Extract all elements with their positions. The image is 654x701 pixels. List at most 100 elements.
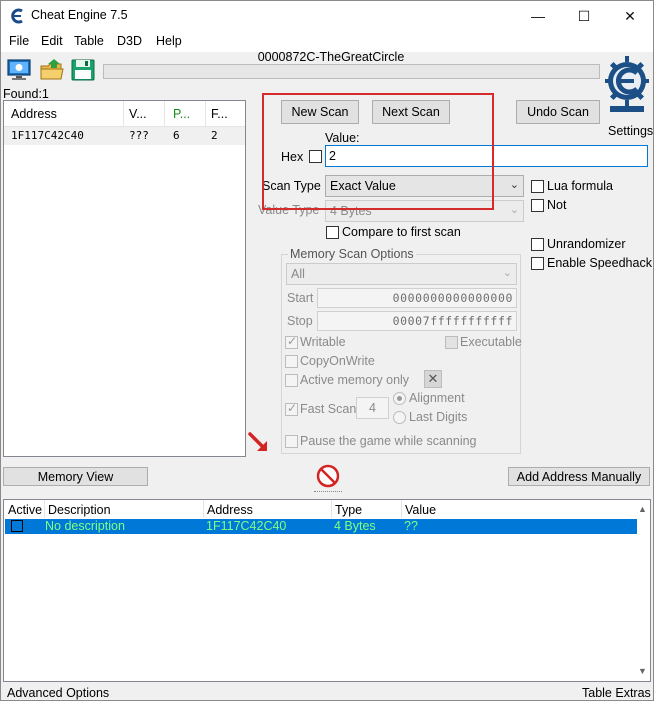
cheat-engine-window: Cheat Engine 7.5 — ☐ ✕ File Edit Table D… (0, 0, 654, 701)
column-separator (164, 101, 165, 126)
pause-game-checkbox[interactable] (285, 435, 298, 448)
col-description[interactable]: Description (48, 503, 111, 517)
memory-region-select[interactable]: All ⌄ (286, 263, 517, 285)
highlight-rectangle (262, 93, 494, 210)
fast-scan-label: Fast Scan (300, 402, 357, 416)
computer-process-icon (7, 59, 31, 80)
memory-scan-options-title: Memory Scan Options (288, 247, 416, 261)
fast-scan-value-input[interactable]: 4 (356, 397, 389, 419)
window-title: Cheat Engine 7.5 (31, 8, 128, 22)
copy-on-write-label: CopyOnWrite (300, 354, 375, 368)
close-button[interactable]: ✕ (607, 1, 653, 31)
not-label: Not (547, 198, 567, 212)
cheat-engine-settings-icon[interactable] (604, 53, 650, 121)
splitter-handle[interactable] (314, 491, 342, 495)
col-value[interactable]: V... (129, 107, 147, 121)
chevron-down-icon: ⌄ (509, 204, 519, 216)
active-checkbox[interactable] (11, 520, 23, 532)
pause-game-label: Pause the game while scanning (300, 434, 477, 448)
start-address-input[interactable]: 0000000000000000 (317, 288, 517, 308)
col-value[interactable]: Value (405, 503, 436, 517)
lua-formula-checkbox[interactable] (531, 180, 544, 193)
title-bar[interactable]: Cheat Engine 7.5 — ☐ ✕ (1, 1, 653, 31)
select-process-button[interactable] (5, 57, 33, 83)
found-count: Found:1 (3, 87, 49, 101)
minimize-button[interactable]: — (515, 1, 561, 31)
active-memory-checkbox[interactable] (285, 374, 298, 387)
memory-region-value: All (291, 267, 305, 281)
save-disk-icon (71, 59, 95, 81)
process-name: 0000872C-TheGreatCircle (257, 50, 405, 64)
result-first: 2 (211, 129, 218, 142)
start-label: Start (287, 291, 314, 305)
address-list-row[interactable]: No description 1F117C42C40 4 Bytes ?? (5, 519, 637, 534)
column-separator (205, 101, 206, 126)
last-digits-label: Last Digits (409, 410, 468, 424)
col-first[interactable]: F... (211, 107, 228, 121)
active-memory-label: Active memory only (300, 373, 410, 387)
close-x-icon[interactable]: ✕ (424, 370, 442, 388)
unrandomizer-checkbox[interactable] (531, 238, 544, 251)
stop-address-input[interactable]: 00007fffffffffff (317, 311, 517, 331)
address-list-table[interactable]: Active Description Address Type Value No… (3, 499, 651, 682)
writable-label: Writable (300, 335, 346, 349)
menu-help[interactable]: Help (156, 34, 182, 48)
open-file-button[interactable] (38, 57, 66, 83)
column-separator (401, 500, 402, 518)
row-type: 4 Bytes (334, 519, 376, 533)
advanced-options[interactable]: Advanced Options (7, 686, 109, 700)
add-address-manually-button[interactable]: Add Address Manually (508, 467, 650, 486)
executable-label: Executable (460, 335, 522, 349)
compare-first-label: Compare to first scan (342, 225, 461, 239)
result-value: ??? (129, 129, 149, 142)
menu-bar: File Edit Table D3D Help (1, 31, 653, 52)
scan-progress-bar (103, 64, 600, 79)
no-entry-icon (316, 464, 340, 488)
column-separator (331, 500, 332, 518)
alignment-radio[interactable] (393, 392, 406, 405)
result-row[interactable]: 1F117C42C40 ??? 6 2 (4, 127, 245, 145)
scan-results-list[interactable]: Address V... P... F... 1F117C42C40 ??? 6… (3, 100, 246, 457)
red-arrow-icon (248, 432, 267, 451)
col-address[interactable]: Address (11, 107, 57, 121)
col-type[interactable]: Type (335, 503, 362, 517)
last-digits-radio[interactable] (393, 411, 406, 424)
column-separator (44, 500, 45, 518)
maximize-button[interactable]: ☐ (561, 1, 607, 31)
unrandomizer-label: Unrandomizer (547, 237, 626, 251)
clear-list-button[interactable] (316, 464, 340, 488)
results-header: Address V... P... F... (4, 101, 245, 127)
row-description: No description (45, 519, 125, 533)
menu-edit[interactable]: Edit (41, 34, 63, 48)
col-address[interactable]: Address (207, 503, 253, 517)
chevron-down-icon: ⌄ (502, 267, 512, 279)
scroll-down-icon[interactable]: ▼ (638, 666, 647, 676)
fast-scan-checkbox[interactable] (285, 401, 298, 416)
settings-label[interactable]: Settings (608, 124, 653, 138)
result-previous: 6 (173, 129, 180, 142)
compare-first-checkbox[interactable] (326, 226, 339, 239)
open-folder-icon (40, 59, 64, 80)
col-previous[interactable]: P... (173, 107, 190, 121)
column-separator (123, 101, 124, 126)
row-address: 1F117C42C40 (206, 519, 287, 533)
column-separator (203, 500, 204, 518)
menu-file[interactable]: File (9, 34, 29, 48)
stop-label: Stop (287, 314, 313, 328)
row-value: ?? (404, 519, 418, 533)
not-checkbox[interactable] (531, 199, 544, 212)
col-active[interactable]: Active (8, 503, 42, 517)
table-extras[interactable]: Table Extras (582, 686, 651, 700)
copy-on-write-checkbox[interactable] (285, 355, 298, 368)
add-to-list-arrow-button[interactable] (247, 430, 272, 456)
save-file-button[interactable] (69, 57, 97, 83)
menu-table[interactable]: Table (74, 34, 104, 48)
scroll-up-icon[interactable]: ▲ (638, 504, 647, 514)
memory-view-button[interactable]: Memory View (3, 467, 148, 486)
speedhack-checkbox[interactable] (531, 257, 544, 270)
undo-scan-button[interactable]: Undo Scan (516, 100, 600, 124)
cheat-engine-logo-icon (11, 8, 23, 24)
writable-checkbox[interactable] (285, 334, 298, 349)
executable-checkbox[interactable] (445, 336, 458, 349)
menu-d3d[interactable]: D3D (117, 34, 142, 48)
